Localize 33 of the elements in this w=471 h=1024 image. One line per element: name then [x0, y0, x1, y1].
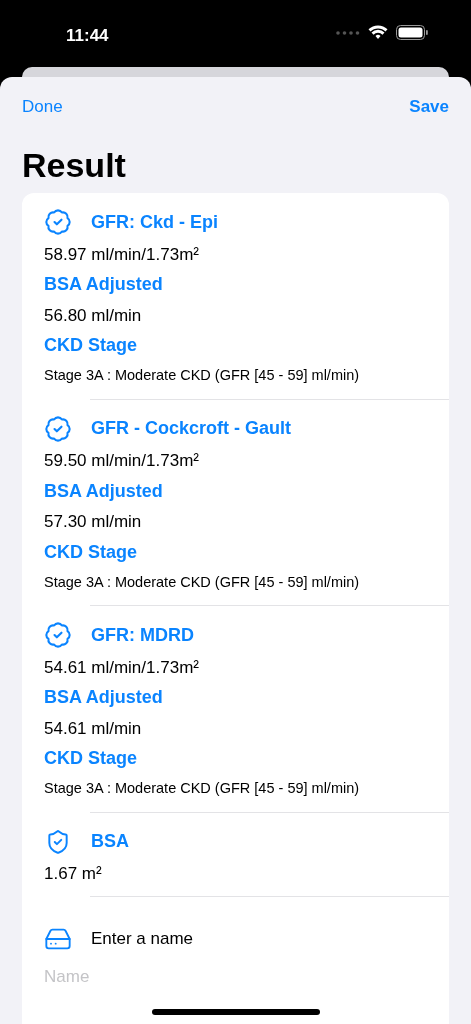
- field-label: CKD Stage: [44, 747, 137, 771]
- field-value: Stage 3A : Moderate CKD (GFR [45 - 59] ml/min): [44, 779, 360, 799]
- name-label: Enter a name: [91, 928, 194, 951]
- shield-check-icon: [45, 828, 71, 855]
- signal-dots-icon: [336, 30, 360, 35]
- done-button[interactable]: Done: [22, 94, 63, 120]
- badge-check-icon: [44, 208, 72, 236]
- field-value: 56.80 ml/min: [44, 304, 142, 327]
- field-value: 57.30 ml/min: [44, 511, 142, 533]
- field-value: 54.61 ml/min: [44, 717, 142, 740]
- page-title: Result: [22, 144, 126, 186]
- result-value: 1.67 m²: [44, 863, 102, 885]
- section-title: GFR: MDRD: [91, 623, 194, 647]
- field-label: CKD Stage: [44, 334, 137, 358]
- result-value: 58.97 ml/min/1.73m²: [44, 243, 199, 266]
- field-label: CKD Stage: [44, 540, 137, 564]
- result-value: 54.61 ml/min/1.73m²: [44, 656, 199, 679]
- field-label: BSA Adjusted: [44, 479, 163, 503]
- section-title: GFR: Ckd - Epi: [91, 210, 218, 234]
- battery-icon: [396, 25, 428, 40]
- status-time: 11:44: [66, 25, 109, 47]
- save-button[interactable]: Save: [409, 94, 449, 120]
- field-value: Stage 3A : Moderate CKD (GFR [45 - 59] ml/min): [44, 366, 360, 386]
- section-title: GFR - Cockcroft - Gault: [91, 417, 291, 440]
- name-field[interactable]: Name: [44, 962, 433, 992]
- result-value: 59.50 ml/min/1.73m²: [44, 450, 199, 472]
- field-value: Stage 3A : Moderate CKD (GFR [45 - 59] ml/min): [44, 572, 360, 592]
- field-label: BSA Adjusted: [44, 273, 163, 297]
- field-label: BSA Adjusted: [44, 686, 163, 710]
- badge-check-icon: [44, 414, 72, 443]
- wifi-icon: [368, 25, 388, 40]
- badge-check-icon: [44, 621, 72, 649]
- section-title: BSA: [91, 830, 129, 853]
